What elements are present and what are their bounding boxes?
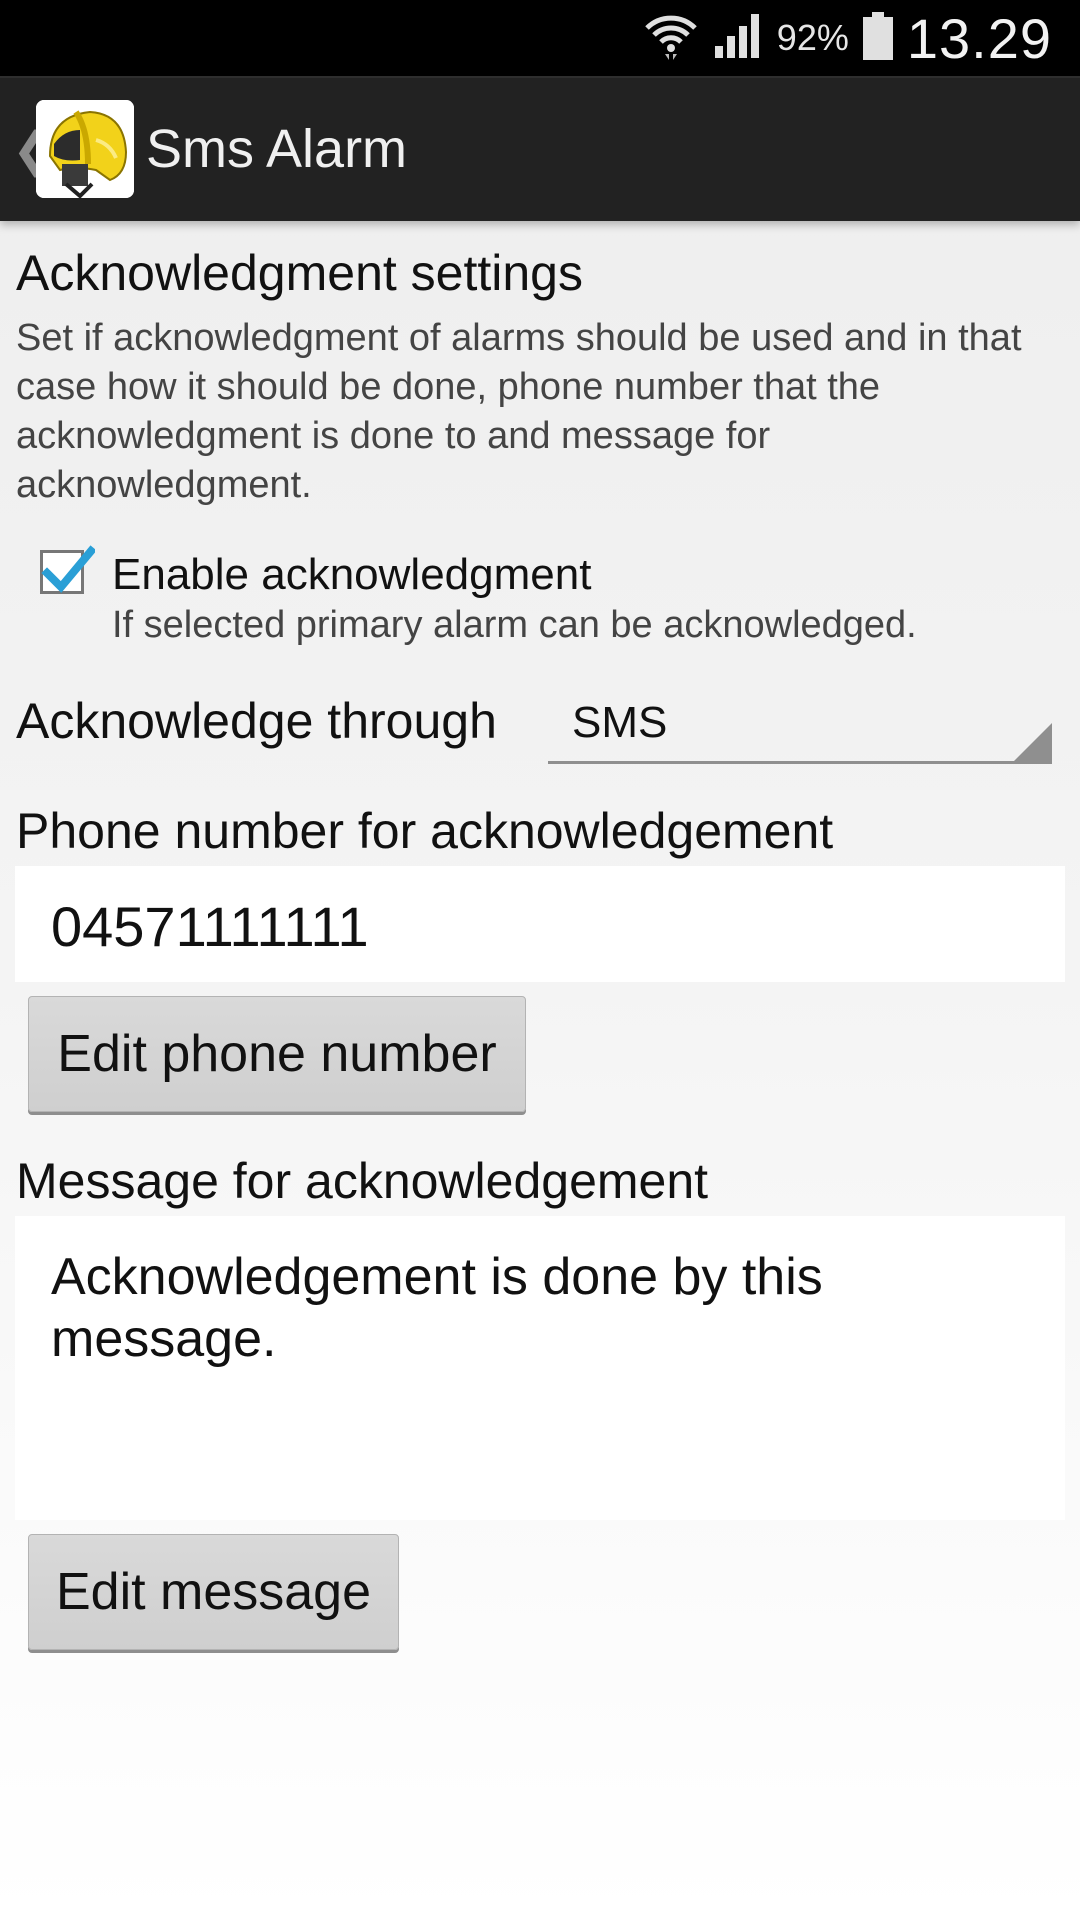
section-description: Set if acknowledgment of alarms should b… [16, 317, 1022, 506]
message-label: Message for acknowledgement [16, 1153, 709, 1209]
phone-value: 04571111111 [51, 895, 369, 958]
status-bar: 92% 13.29 [0, 0, 1080, 76]
section-title: Acknowledgment settings [16, 245, 583, 301]
status-indicators: 92% 13.29 [643, 0, 1052, 76]
message-value: Acknowledgement is done by this message. [51, 1248, 823, 1368]
ack-through-selected: SMS [572, 698, 668, 747]
ack-through-dropdown[interactable]: SMS [548, 690, 1052, 764]
enable-ack-checkbox[interactable] [40, 545, 95, 594]
wifi-icon [643, 10, 699, 67]
app-title: Sms Alarm [146, 119, 408, 179]
enable-ack-title[interactable]: Enable acknowledgment [112, 550, 591, 600]
phone-label: Phone number for acknowledgement [16, 803, 834, 859]
fire-helmet-icon[interactable] [36, 100, 134, 198]
checkmark-icon [41, 545, 95, 593]
signal-icon [713, 12, 763, 65]
phone-field: 04571111111 [15, 866, 1065, 982]
edit-phone-button[interactable]: Edit phone number [28, 996, 526, 1112]
battery-percent: 92% [776, 17, 849, 58]
battery-icon [862, 11, 893, 65]
edit-message-button[interactable]: Edit message [28, 1534, 399, 1650]
ack-through-label: Acknowledge through [16, 693, 497, 749]
status-time: 13.29 [906, 6, 1052, 70]
dropdown-corner-icon [1014, 723, 1052, 761]
action-bar: ❮ Sms Alarm [0, 76, 1080, 221]
enable-ack-summary: If selected primary alarm can be acknowl… [112, 604, 917, 646]
message-field: Acknowledgement is done by this message. [15, 1216, 1065, 1520]
